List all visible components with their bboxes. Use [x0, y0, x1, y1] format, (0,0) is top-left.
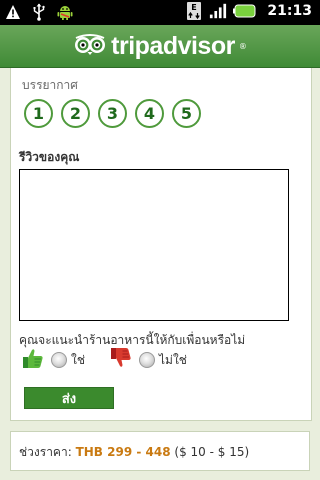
signal-icon: [209, 2, 227, 20]
submit-button[interactable]: ส่ง: [24, 387, 114, 409]
logo-wordmark: tripadvisor: [111, 31, 235, 60]
price-range: ช่วงราคา: THB 299 - 448 ($ 10 - $ 15): [19, 443, 249, 462]
recommend-no-radio[interactable]: [139, 352, 155, 368]
logo-registered-mark: ®: [238, 41, 247, 51]
android-icon: [56, 3, 74, 21]
review-form: บรรยากาศ 1 2 3 4 5 รีวิวของคุณ คุณจะแนะน…: [10, 68, 312, 421]
price-thb-range: THB 299 - 448: [75, 445, 171, 459]
recommend-yes-option[interactable]: ใช่: [21, 346, 85, 374]
atmosphere-rating: 1 2 3 4 5: [24, 99, 201, 128]
atmosphere-label: บรรยากาศ: [22, 78, 78, 92]
price-usd-range: ($ 10 - $ 15): [174, 445, 250, 459]
rating-button-5[interactable]: 5: [172, 99, 201, 128]
recommend-yes-label: ใช่: [71, 352, 86, 367]
data-transfer-icon: E: [185, 2, 203, 20]
rating-button-1[interactable]: 1: [24, 99, 53, 128]
review-label: รีวิวของคุณ: [19, 150, 80, 164]
recommend-yes-radio[interactable]: [51, 352, 67, 368]
owl-eyes-icon: [73, 33, 107, 59]
clock-time: 21:13: [267, 3, 312, 19]
status-bar: E 21:13: [0, 0, 320, 25]
svg-text:E: E: [192, 3, 197, 12]
price-range-panel: ช่วงราคา: THB 299 - 448 ($ 10 - $ 15): [10, 431, 310, 471]
usb-icon: [30, 3, 48, 21]
price-label: ช่วงราคา:: [19, 445, 72, 459]
thumbs-up-icon: [21, 346, 45, 374]
warning-icon: [4, 3, 22, 21]
rating-button-2[interactable]: 2: [61, 99, 90, 128]
tripadvisor-logo: tripadvisor ®: [73, 32, 247, 61]
thumbs-down-icon: [109, 346, 133, 374]
rating-button-4[interactable]: 4: [135, 99, 164, 128]
review-textarea[interactable]: [19, 169, 289, 321]
rating-button-3[interactable]: 3: [98, 99, 127, 128]
recommend-no-label: ไม่ใช่: [159, 352, 187, 367]
app-header: tripadvisor ®: [0, 25, 320, 68]
recommend-no-option[interactable]: ไม่ใช่: [109, 346, 187, 374]
battery-icon: [233, 2, 257, 20]
